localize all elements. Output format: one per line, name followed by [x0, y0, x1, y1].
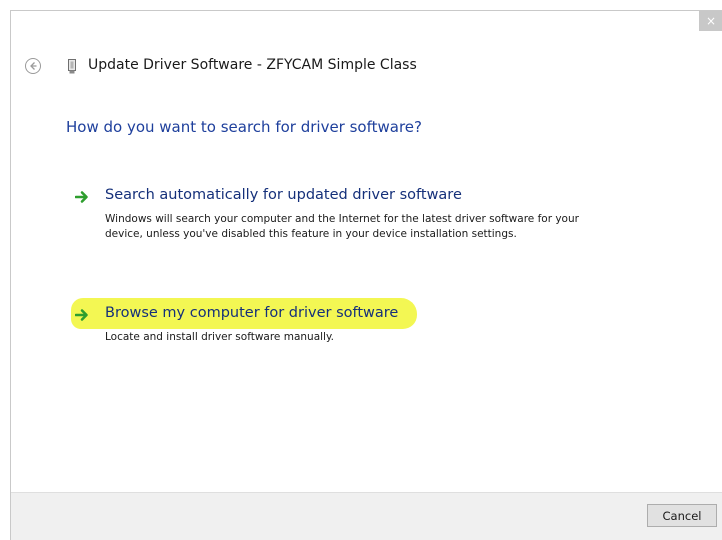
dialog-title: Update Driver Software - ZFYCAM Simple C… — [88, 57, 417, 73]
instruction-heading: How do you want to search for driver sof… — [66, 118, 422, 136]
back-button[interactable] — [25, 58, 41, 74]
title-bar: × — [11, 11, 722, 39]
close-button[interactable]: × — [699, 11, 722, 31]
green-arrow-icon — [75, 309, 88, 321]
option-title: Browse my computer for driver software — [105, 305, 399, 321]
dialog-header: Update Driver Software - ZFYCAM Simple C… — [11, 53, 722, 83]
option-description: Windows will search your computer and th… — [105, 213, 579, 240]
dialog-footer: Cancel — [11, 492, 722, 540]
option-description: Locate and install driver software manua… — [105, 331, 335, 343]
green-arrow-icon — [75, 191, 88, 203]
usb-device-icon — [68, 59, 76, 74]
cancel-button[interactable]: Cancel — [647, 504, 717, 527]
back-arrow-icon — [30, 62, 37, 70]
update-driver-dialog: × Update Driver Software - ZFYCAM Simple… — [10, 10, 722, 540]
option-title: Search automatically for updated driver … — [105, 187, 462, 203]
close-icon: × — [705, 14, 717, 28]
